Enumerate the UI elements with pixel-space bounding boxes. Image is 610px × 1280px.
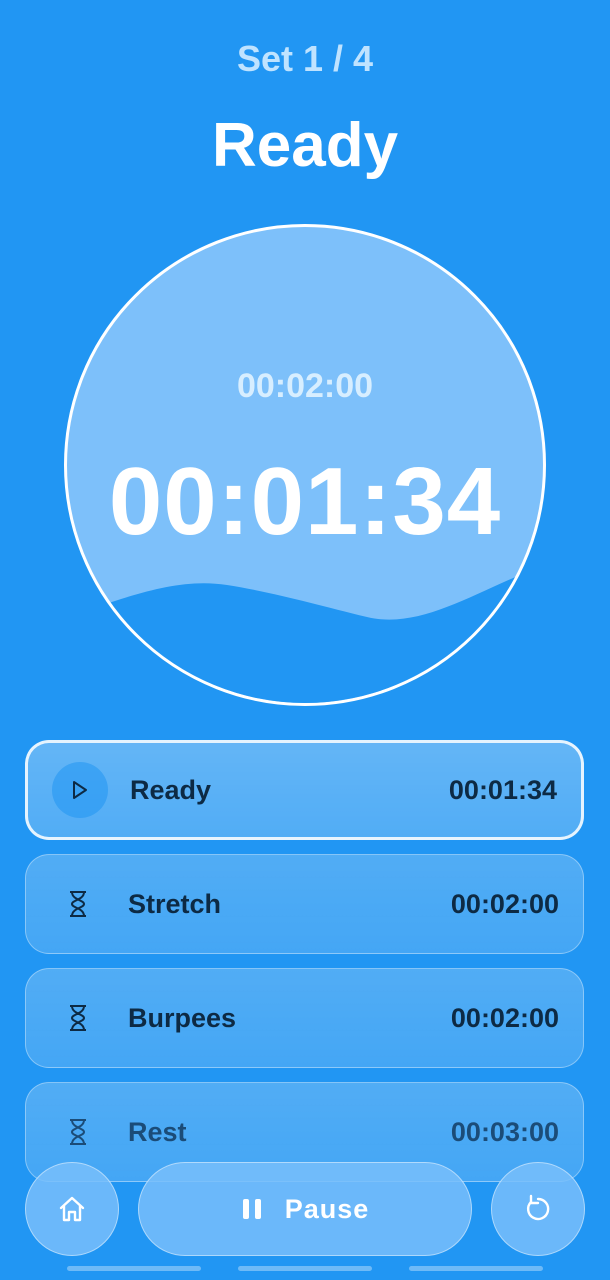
hourglass-icon	[50, 1104, 106, 1160]
restart-button[interactable]	[491, 1162, 585, 1256]
step-name: Ready	[130, 774, 212, 805]
pause-label: Pause	[284, 1193, 370, 1224]
gesture-hint	[409, 1266, 543, 1271]
step-time: 00:02:00	[450, 1002, 559, 1033]
home-icon	[59, 1196, 85, 1222]
pause-icon	[242, 1199, 261, 1219]
step-time: 00:02:00	[450, 888, 559, 919]
restart-icon	[526, 1194, 550, 1221]
gesture-hint	[238, 1266, 372, 1271]
step-item-stretch[interactable]: Stretch 00:02:00	[25, 854, 584, 954]
dial-total-time: 00:02:00	[236, 367, 374, 405]
play-icon	[52, 762, 108, 818]
step-name: Stretch	[128, 888, 222, 919]
step-item-burpees[interactable]: Burpees 00:02:00	[25, 968, 584, 1068]
hourglass-icon	[50, 876, 106, 932]
step-time: 00:03:00	[450, 1116, 559, 1147]
phase-title: Ready	[211, 111, 399, 180]
hourglass-icon	[50, 990, 106, 1046]
step-name: Burpees	[128, 1002, 237, 1033]
home-button[interactable]	[25, 1162, 119, 1256]
step-item-ready[interactable]: Ready 00:01:34	[25, 740, 584, 840]
control-bar: Pause	[0, 1162, 610, 1256]
set-label: Set 1 / 4	[236, 38, 374, 79]
dial-remaining-time: 00:01:34	[108, 448, 502, 555]
timer-dial: 00:02:00 00:01:34	[64, 224, 546, 706]
pause-button[interactable]: Pause	[138, 1162, 472, 1256]
step-name: Rest	[128, 1116, 187, 1147]
gesture-hint	[67, 1266, 201, 1271]
gesture-hints	[0, 1266, 610, 1272]
step-time: 00:01:34	[448, 774, 557, 805]
